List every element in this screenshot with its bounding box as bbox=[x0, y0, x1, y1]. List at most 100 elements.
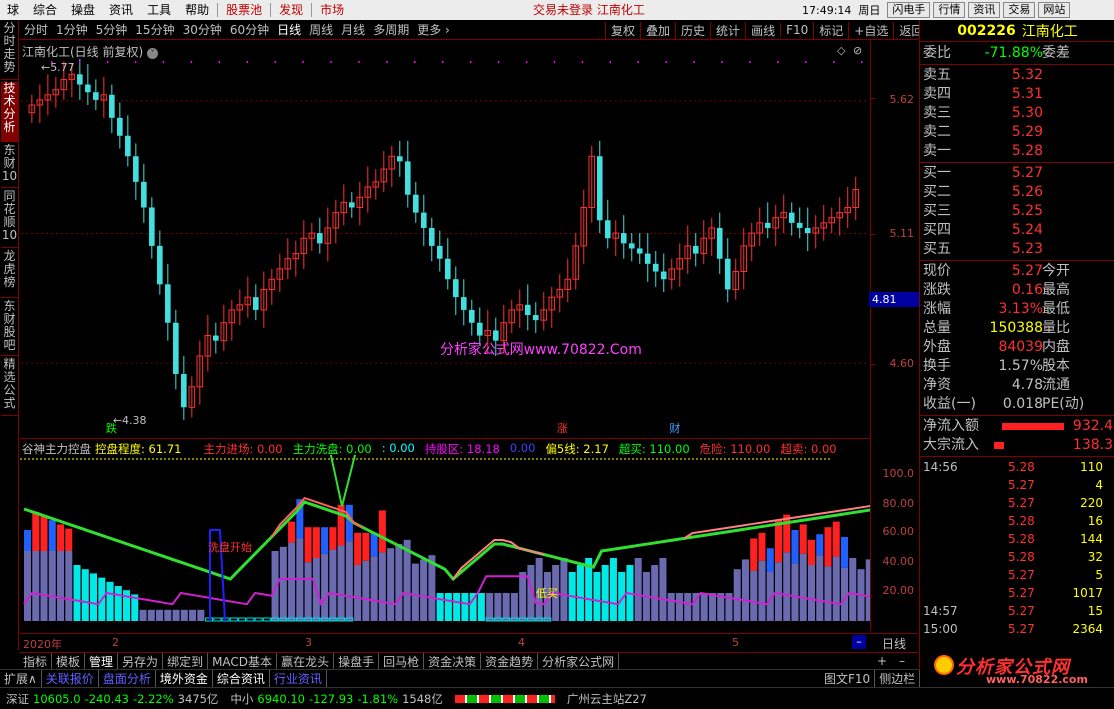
quote-key: 卖一 bbox=[923, 143, 951, 159]
menu-red-item-0[interactable]: 股票池 bbox=[219, 0, 269, 20]
left-tab-2[interactable]: 东财10 bbox=[1, 144, 18, 188]
period-tab-2[interactable]: 5分钟 bbox=[92, 21, 132, 38]
menu-item-0[interactable]: 球 bbox=[0, 0, 26, 20]
quote-key: 外盘 bbox=[923, 339, 951, 355]
menu-item-4[interactable]: 工具 bbox=[140, 0, 178, 20]
expand-tab-2[interactable]: 盘面分析 bbox=[99, 670, 156, 687]
plus-icon[interactable]: + bbox=[877, 654, 887, 668]
tick-price: 5.28 bbox=[1008, 460, 1035, 474]
expand-tab-1[interactable]: 关联报价 bbox=[42, 670, 99, 687]
indicator-tab-11[interactable]: 分析家公式网 bbox=[538, 652, 620, 670]
tool-button-4[interactable]: 画线 bbox=[745, 21, 780, 39]
indicator-tab-7[interactable]: 操盘手 bbox=[334, 652, 380, 670]
quote-value: 150388 bbox=[989, 320, 1043, 336]
tick-price: 5.27 bbox=[1008, 496, 1035, 510]
tool-button-3[interactable]: 统计 bbox=[710, 21, 745, 39]
indicator-bar bbox=[593, 572, 601, 621]
indicator-bar bbox=[271, 551, 279, 621]
chevron-down-icon[interactable]: ˅ bbox=[147, 48, 159, 59]
tick-volume: 32 bbox=[1087, 550, 1103, 564]
indicator-bar bbox=[40, 551, 48, 621]
period-tab-5[interactable]: 60分钟 bbox=[226, 21, 273, 38]
tool-button-6[interactable]: 标记 bbox=[813, 21, 848, 39]
candle-body bbox=[644, 253, 651, 264]
top-button-4[interactable]: 网站 bbox=[1038, 2, 1071, 18]
quote-row: 卖四 5.31 bbox=[920, 85, 1114, 104]
menu-item-3[interactable]: 资讯 bbox=[102, 0, 140, 20]
quote-value: 4.78 bbox=[1011, 377, 1043, 393]
indicator-bar bbox=[172, 609, 180, 621]
period-tab-9[interactable]: 多周期 bbox=[369, 21, 413, 38]
menu-item-1[interactable]: 综合 bbox=[26, 0, 64, 20]
tool-button-5[interactable]: F10 bbox=[780, 23, 813, 37]
tick-row: 5.28 144 bbox=[920, 530, 1114, 548]
quote-row: 委比 -71.88% 委差 bbox=[920, 44, 1114, 63]
left-tab-1[interactable]: 技术分析 bbox=[1, 82, 18, 142]
period-tab-6[interactable]: 日线 bbox=[273, 21, 305, 38]
quote-row: 收益(一) 0.018 PE(动) bbox=[920, 395, 1114, 414]
indicator-tab-3[interactable]: 另存为 bbox=[118, 652, 164, 670]
indicator-bar bbox=[106, 581, 114, 621]
period-tab-4[interactable]: 30分钟 bbox=[179, 21, 226, 38]
menu-red-item-1[interactable]: 发现 bbox=[272, 0, 310, 20]
top-button-3[interactable]: 交易 bbox=[1003, 2, 1036, 18]
top-button-2[interactable]: 资讯 bbox=[968, 2, 1001, 18]
tick-price: 5.27 bbox=[1008, 604, 1035, 618]
period-tab-7[interactable]: 周线 bbox=[305, 21, 337, 38]
period-tab-1[interactable]: 1分钟 bbox=[52, 21, 92, 38]
indicator-tab-8[interactable]: 回马枪 bbox=[379, 652, 425, 670]
main-force-bar bbox=[57, 524, 65, 551]
indicator-bar bbox=[634, 558, 642, 621]
expand-tab-0[interactable]: 扩展∧ bbox=[0, 670, 42, 687]
indicator-tab-9[interactable]: 资金决策 bbox=[424, 652, 482, 670]
status-bar: 深证 10605.0 -240.43 -2.22% 3475亿 中小 6940.… bbox=[0, 687, 1114, 709]
indicator-chart[interactable]: 洗盘开始低买 bbox=[20, 455, 870, 633]
left-tab-0[interactable]: 分时走势 bbox=[1, 22, 18, 80]
main-force-bar bbox=[304, 527, 312, 563]
tool-button-7[interactable]: +自选 bbox=[848, 21, 893, 39]
indicator-tab-5[interactable]: MACD基本 bbox=[208, 652, 278, 670]
indicator-tab-2[interactable]: 管理 bbox=[85, 652, 119, 670]
indicator-bar bbox=[180, 609, 188, 621]
left-vertical-tabs: 分时走势技术分析东财10 同花顺10 龙虎榜东财股吧精选公式 bbox=[0, 20, 19, 650]
expand-tab-5[interactable]: 行业资讯 bbox=[270, 670, 327, 687]
top-button-0[interactable]: 闪电手 bbox=[887, 2, 931, 18]
indicator-bar bbox=[651, 565, 659, 621]
candle-body bbox=[764, 222, 771, 228]
left-tab-4[interactable]: 龙虎榜 bbox=[1, 250, 18, 298]
indicator-tab-1[interactable]: 模板 bbox=[52, 652, 86, 670]
period-tab-3[interactable]: 15分钟 bbox=[131, 21, 178, 38]
indicator-tab-4[interactable]: 绑定到 bbox=[163, 652, 209, 670]
minus-icon[interactable]: – bbox=[899, 654, 905, 668]
tool-button-1[interactable]: 叠加 bbox=[640, 21, 675, 39]
menu-red-item-2[interactable]: 市场 bbox=[313, 0, 351, 20]
period-tab-0[interactable]: 分时 bbox=[20, 21, 52, 38]
menu-item-5[interactable]: 帮助 bbox=[178, 0, 216, 20]
left-tab-5[interactable]: 东财股吧 bbox=[1, 300, 18, 356]
kline-chart[interactable]: ←5.77 ←4.38跌 涨 财 分析家公式网www.70822.Com ◇ ⊘ bbox=[20, 41, 870, 439]
left-tab-3[interactable]: 同花顺10 bbox=[1, 190, 18, 248]
zx-label: 中小 bbox=[230, 691, 254, 706]
tool-button-0[interactable]: 复权 bbox=[605, 21, 640, 39]
quote-value: 5.25 bbox=[1011, 203, 1043, 219]
chart-title: 江南化工(日线 前复权) ˅ bbox=[22, 43, 159, 60]
candle-body bbox=[404, 161, 411, 195]
expand-right-0[interactable]: 图文F10 bbox=[820, 670, 876, 687]
period-tab-10[interactable]: 更多 › bbox=[413, 21, 454, 38]
expand-tab-4[interactable]: 综合资讯 bbox=[213, 670, 270, 687]
top-button-1[interactable]: 行情 bbox=[933, 2, 966, 18]
date-label: 2020年 bbox=[23, 638, 62, 651]
left-tab-6[interactable]: 精选公式 bbox=[1, 358, 18, 416]
indicator-tab-10[interactable]: 资金趋势 bbox=[481, 652, 539, 670]
menu-item-2[interactable]: 操盘 bbox=[64, 0, 102, 20]
expand-tab-3[interactable]: 境外资金 bbox=[156, 670, 213, 687]
expand-right-1[interactable]: 侧边栏 bbox=[875, 670, 921, 687]
indicator-tab-6[interactable]: 赢在龙头 bbox=[277, 652, 335, 670]
main-force-bar bbox=[750, 538, 758, 571]
signal-box bbox=[229, 617, 238, 622]
indicator-tab-0[interactable]: 指标 bbox=[19, 652, 53, 670]
minus-icon[interactable]: – bbox=[852, 635, 866, 649]
tool-button-2[interactable]: 历史 bbox=[675, 21, 710, 39]
period-tab-8[interactable]: 月线 bbox=[337, 21, 369, 38]
candle-body bbox=[165, 284, 171, 323]
